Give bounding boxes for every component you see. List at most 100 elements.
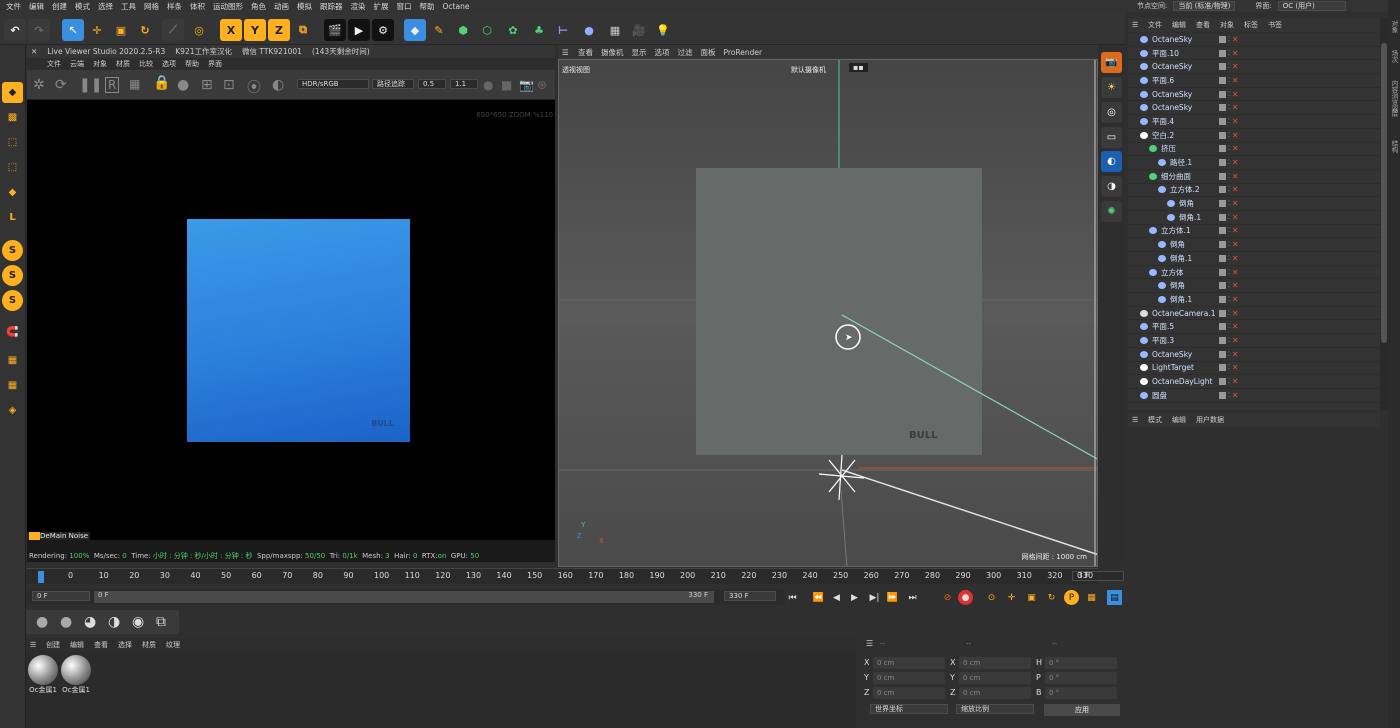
coord-field[interactable]: 0 cm	[873, 657, 945, 669]
render-settings-icon[interactable]: ⚙	[372, 19, 394, 41]
playhead[interactable]	[38, 571, 44, 583]
object-row[interactable]: OctaneSky ⁚ ✕	[1128, 60, 1380, 75]
start-frame-field[interactable]: 0 F	[32, 591, 90, 601]
pause-icon[interactable]: ❚❚	[79, 77, 102, 93]
visibility-toggles[interactable]: ⁚ ✕	[1219, 226, 1239, 235]
floor-icon[interactable]: ▦	[604, 19, 626, 41]
coord-field[interactable]: 0 cm	[873, 687, 945, 699]
redo-icon[interactable]: ↷	[28, 19, 50, 41]
om-menu-item-2[interactable]: 查看	[1196, 20, 1210, 30]
mograph-icon[interactable]: ♣	[528, 19, 550, 41]
object-row[interactable]: 圆盘 ⁚ ✕	[1128, 389, 1380, 403]
vp-menu-item-1[interactable]: 摄像机	[601, 47, 624, 58]
dot-icon[interactable]: ●	[483, 78, 493, 92]
visibility-toggles[interactable]: ⁚ ✕	[1219, 240, 1239, 249]
coord-system-icon[interactable]: ⧉	[292, 19, 314, 41]
target-icon[interactable]: ◎	[1101, 102, 1122, 123]
om-menu-item-3[interactable]: 对象	[1220, 20, 1234, 30]
menu-item-7[interactable]: 样条	[167, 1, 182, 12]
checker-preview-icon[interactable]: ◕	[84, 614, 96, 630]
undo-icon[interactable]: ↶	[4, 19, 26, 41]
render-view-icon[interactable]: ▶	[348, 19, 370, 41]
material-swatch[interactable]: Oc金属1	[61, 655, 91, 697]
sphere-preview-icon[interactable]: ●	[36, 614, 48, 630]
region-icon[interactable]: R	[105, 77, 120, 93]
cube-object-icon[interactable]: ◆	[404, 19, 426, 41]
camera-icon[interactable]: 🎥	[628, 19, 650, 41]
object-row[interactable]: 倒角 ⁚ ✕	[1128, 197, 1380, 211]
vp-menu-item-4[interactable]: 过滤	[678, 47, 693, 58]
close-icon[interactable]: ✕	[31, 47, 37, 56]
object-row[interactable]: 平面.5 ⁚ ✕	[1128, 320, 1380, 335]
apply-button[interactable]: 应用	[1044, 704, 1120, 716]
menu-item-12[interactable]: 模拟	[297, 1, 312, 12]
model-mode-icon[interactable]: ◆	[2, 82, 23, 103]
menu-item-3[interactable]: 模式	[75, 1, 90, 12]
move-tool-icon[interactable]: ✛	[86, 19, 108, 41]
menu-item-18[interactable]: Octane	[443, 2, 470, 11]
object-row[interactable]: OctaneCamera.1 ⁚ ✕	[1128, 307, 1380, 321]
key-scale-icon[interactable]: ▣	[1024, 590, 1039, 605]
lv-menu-item-6[interactable]: 帮助	[185, 59, 199, 69]
lv-menu-item-4[interactable]: 比较	[139, 59, 153, 69]
add-icon[interactable]: ⊞	[201, 77, 213, 93]
right-tab-4[interactable]: 结构	[1389, 140, 1399, 153]
x-axis-icon[interactable]: X	[220, 19, 242, 41]
focus-icon[interactable]: ⊡	[223, 77, 235, 93]
visibility-toggles[interactable]: ⁚ ✕	[1219, 281, 1239, 290]
menu-item-10[interactable]: 角色	[251, 1, 266, 12]
menu-item-5[interactable]: 工具	[121, 1, 136, 12]
object-row[interactable]: 倒角 ⁚ ✕	[1128, 238, 1380, 252]
go-end-icon[interactable]: ⏭	[905, 590, 920, 605]
object-row[interactable]: 平面.10 ⁚ ✕	[1128, 47, 1380, 61]
generator-icon[interactable]: ⬡	[476, 19, 498, 41]
visibility-toggles[interactable]: ⁚ ✕	[1219, 76, 1239, 85]
prev-frame-icon[interactable]: ◀	[829, 590, 844, 605]
object-row[interactable]: 路径.1 ⁚ ✕	[1128, 156, 1380, 170]
texture-env-icon[interactable]: ◑	[1101, 176, 1122, 197]
menu-item-1[interactable]: 编辑	[29, 1, 44, 12]
pen-icon[interactable]: ✎	[428, 19, 450, 41]
viewport-camera[interactable]: 默认摄像机	[791, 65, 826, 75]
visibility-toggles[interactable]: ⁚ ✕	[1219, 199, 1239, 208]
visibility-toggles[interactable]: ⁚ ✕	[1219, 322, 1239, 331]
select-tool-icon[interactable]: ↖	[62, 19, 84, 41]
right-tab-3[interactable]: 层	[1389, 110, 1399, 117]
points-mode-icon[interactable]: ⬚	[2, 132, 23, 153]
live-viewer-canvas[interactable]: 650*650 ZOOM:%110 BULL DeMain Noise	[27, 100, 555, 540]
snap-mode-icon[interactable]: S	[2, 290, 23, 311]
vp-menu-item-3[interactable]: 选项	[655, 47, 670, 58]
menu-item-9[interactable]: 运动图形	[213, 1, 243, 12]
keyframe-icon[interactable]: ⊘	[940, 590, 955, 605]
viewport[interactable]: 透视视图 默认摄像机 ▪▪ BULL ➤ 网格间距 : 1000 cm Y Z …	[558, 59, 1098, 567]
colorspace-select[interactable]: HDR/sRGB	[297, 79, 369, 89]
snap-settings-icon[interactable]: S	[2, 265, 23, 286]
visibility-toggles[interactable]: ⁚ ✕	[1219, 131, 1239, 140]
y-axis-icon[interactable]: Y	[244, 19, 266, 41]
visibility-toggles[interactable]: ⁚ ✕	[1219, 295, 1239, 304]
polygons-mode-icon[interactable]: ◆	[2, 182, 23, 203]
mat-menu-item-1[interactable]: 编辑	[70, 640, 84, 650]
visibility-toggles[interactable]: ⁚ ✕	[1219, 90, 1239, 99]
material-pick-icon[interactable]: ◐	[272, 77, 284, 93]
object-row[interactable]: 平面.3 ⁚ ✕	[1128, 334, 1380, 348]
menu-item-2[interactable]: 创建	[52, 1, 67, 12]
z-axis-icon[interactable]: Z	[268, 19, 290, 41]
pick-icon[interactable]: ⦿	[247, 77, 261, 97]
camera-toggle-icon[interactable]: ▪▪	[849, 63, 868, 72]
magnet-icon[interactable]: 🧲	[2, 322, 23, 343]
object-row[interactable]: OctaneSky ⁚ ✕	[1128, 33, 1380, 47]
frame-range-bar[interactable]: 0 F 0 F 330 F 330 F	[26, 589, 786, 605]
value-field-2[interactable]: 1.1	[450, 79, 478, 89]
node-space-select[interactable]: 当前 (标准/物理)	[1173, 1, 1236, 11]
object-row[interactable]: 平面.6 ⁚ ✕	[1128, 74, 1380, 88]
menu-icon[interactable]: ☰	[866, 639, 873, 648]
menu-item-17[interactable]: 帮助	[420, 1, 435, 12]
object-row[interactable]: 挤压 ⁚ ✕	[1128, 143, 1380, 157]
rotate-tool-icon[interactable]: ↻	[134, 19, 156, 41]
area-light-icon[interactable]: ▭	[1101, 127, 1122, 148]
workplane-icon[interactable]: ▦	[2, 350, 23, 371]
attr-menu-item-0[interactable]: 模式	[1148, 415, 1162, 425]
object-row[interactable]: 倒角 ⁚ ✕	[1128, 279, 1380, 294]
object-row[interactable]: OctaneSky ⁚ ✕	[1128, 348, 1380, 362]
